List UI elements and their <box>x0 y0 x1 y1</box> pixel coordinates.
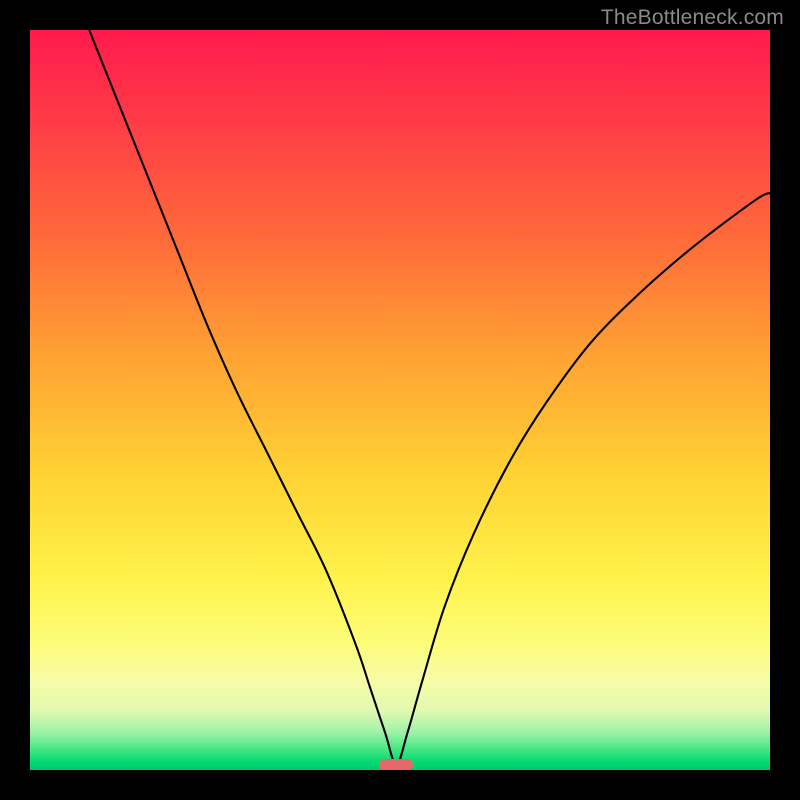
plot-area <box>30 30 770 770</box>
curve-path <box>89 30 770 765</box>
chart-frame: TheBottleneck.com <box>0 0 800 800</box>
bottleneck-curve <box>30 30 770 770</box>
minimum-marker <box>379 759 413 770</box>
watermark-label: TheBottleneck.com <box>601 6 784 30</box>
